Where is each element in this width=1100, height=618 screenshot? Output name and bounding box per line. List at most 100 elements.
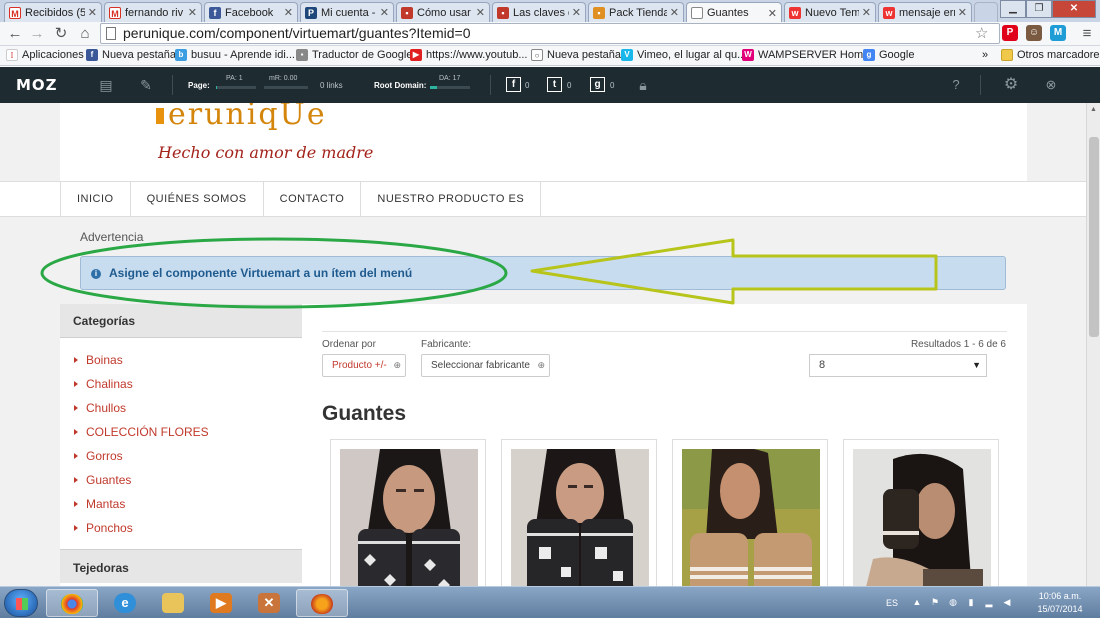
product-card[interactable] xyxy=(843,439,999,586)
help-icon[interactable]: ? xyxy=(948,77,964,93)
product-image[interactable] xyxy=(511,449,649,586)
page-icon: ▪ xyxy=(401,6,413,19)
tab-nuevo-tem[interactable]: w Nuevo Tem ✕ xyxy=(784,2,876,22)
close-icon[interactable]: ✕ xyxy=(670,6,679,19)
bookmark-google[interactable]: g Google xyxy=(863,49,914,61)
tab-mensaje-error[interactable]: w mensaje erro ✕ xyxy=(878,2,972,22)
reload-icon[interactable]: ↻ xyxy=(52,25,70,43)
new-tab-button[interactable] xyxy=(974,2,998,22)
avatar-icon[interactable]: ☺ xyxy=(1026,25,1042,41)
category-chalinas[interactable]: Chalinas xyxy=(60,372,302,396)
close-icon[interactable]: ✕ xyxy=(572,6,581,19)
bookmark-aplicaciones[interactable]: ⁞ Aplicaciones xyxy=(6,49,84,61)
product-card[interactable] xyxy=(672,439,828,586)
bookmark-wampserver[interactable]: W WAMPSERVER Hom... xyxy=(742,49,872,61)
close-icon[interactable]: ✕ xyxy=(862,6,871,19)
window-close-icon[interactable]: ✕ xyxy=(1052,0,1096,18)
minimize-icon[interactable]: ▁ xyxy=(1000,0,1026,18)
bookmark-star-icon[interactable]: ☆ xyxy=(975,24,988,42)
gear-icon[interactable]: ⚙ xyxy=(1003,77,1019,93)
gmail-icon: M xyxy=(9,6,21,19)
close-icon[interactable]: ⊗ xyxy=(1043,77,1059,93)
per-page-select[interactable]: 8 ▼ xyxy=(809,354,987,377)
battery-icon[interactable]: ▮ xyxy=(966,597,976,607)
page-scrollbar[interactable]: ▲ xyxy=(1086,103,1100,586)
scrollbar-thumb[interactable] xyxy=(1089,137,1099,337)
facebook-icon: f xyxy=(86,49,98,61)
restore-icon[interactable]: ❐ xyxy=(1026,0,1052,18)
twitter-icon[interactable]: t xyxy=(547,77,562,92)
category-mantas[interactable]: Mantas xyxy=(60,492,302,516)
product-card[interactable] xyxy=(330,439,486,586)
menu-item-contacto[interactable]: CONTACTO xyxy=(264,182,362,216)
category-guantes[interactable]: Guantes xyxy=(60,468,302,492)
tab-fernando[interactable]: M fernando riv ✕ xyxy=(104,2,202,22)
tab-recibidos[interactable]: M Recibidos (5 ✕ xyxy=(4,2,102,22)
close-icon[interactable]: ✕ xyxy=(284,6,293,19)
sidebar-title-tejedoras: Tejedoras xyxy=(60,549,302,583)
menu-item-nuestro-producto[interactable]: NUESTRO PRODUCTO ES xyxy=(361,182,542,216)
bookmark-nueva-pestana-fb[interactable]: f Nueva pestaña xyxy=(86,49,176,61)
bookmark-traductor[interactable]: ▪ Traductor de Google xyxy=(296,49,412,61)
tab-pack-tienda[interactable]: ▪ Pack Tienda ✕ xyxy=(588,2,684,22)
pinterest-icon[interactable]: P xyxy=(1002,25,1018,41)
bookmark-busuu[interactable]: b busuu - Aprende idi... xyxy=(175,49,295,61)
volume-icon[interactable]: ◀ xyxy=(1002,597,1012,607)
divider xyxy=(322,331,1007,332)
other-bookmarks[interactable]: Otros marcadores xyxy=(1001,49,1100,61)
product-card[interactable] xyxy=(501,439,657,586)
close-icon[interactable]: ✕ xyxy=(88,6,97,19)
tab-facebook[interactable]: f Facebook ✕ xyxy=(204,2,298,22)
google-icon: g xyxy=(863,49,875,61)
close-icon[interactable]: ✕ xyxy=(958,6,967,19)
order-by-select[interactable]: Producto +/- ⊕ xyxy=(322,354,406,377)
facebook-icon[interactable]: f xyxy=(506,77,521,92)
system-clock[interactable]: 10:06 a.m. 15/07/2014 xyxy=(1030,590,1090,616)
back-arrow-icon[interactable]: ← xyxy=(6,25,24,43)
bookmark-nueva-pestana[interactable]: ○ Nueva pestaña xyxy=(531,49,621,61)
close-icon[interactable]: ✕ xyxy=(768,7,777,20)
language-indicator[interactable]: ES xyxy=(886,598,898,608)
divider xyxy=(980,75,981,95)
google-plus-icon[interactable]: g xyxy=(590,77,605,92)
home-icon[interactable]: ⌂ xyxy=(76,25,94,43)
product-image[interactable] xyxy=(853,449,991,586)
close-icon[interactable]: ✕ xyxy=(476,6,485,19)
tab-como-usar[interactable]: ▪ Cómo usar l ✕ xyxy=(396,2,490,22)
more-bookmarks-chevron[interactable]: » xyxy=(982,49,988,61)
tab-mi-cuenta[interactable]: P Mi cuenta - ✕ xyxy=(300,2,394,22)
category-coleccion-flores[interactable]: COLECCIÓN FLORES xyxy=(60,420,302,444)
network-icon[interactable]: ◍ xyxy=(948,597,958,607)
category-boinas[interactable]: Boinas xyxy=(60,348,302,372)
menu-item-quienes-somos[interactable]: QUIÉNES SOMOS xyxy=(131,182,264,216)
address-bar[interactable]: perunique.com/component/virtuemart/guant… xyxy=(100,23,1000,44)
flag-icon[interactable]: ⚑ xyxy=(930,597,940,607)
system-tray: ES ▲ ⚑ ◍ ▮ ▂ ◀ 10:06 a.m. 15/07/2014 xyxy=(0,587,1100,618)
signal-icon[interactable]: ▂ xyxy=(984,597,994,607)
highlight-pen-icon[interactable]: ✎ xyxy=(138,77,154,93)
category-ponchos[interactable]: Ponchos xyxy=(60,516,302,540)
product-image[interactable] xyxy=(682,449,820,586)
bookmark-vimeo[interactable]: V Vimeo, el lugar al qu... xyxy=(621,49,746,61)
tab-guantes[interactable]: Guantes ✕ xyxy=(686,2,782,23)
site-logo[interactable]: eruniqUe xyxy=(156,103,327,132)
product-image[interactable] xyxy=(340,449,478,586)
category-gorros[interactable]: Gorros xyxy=(60,444,302,468)
close-icon[interactable]: ✕ xyxy=(380,6,389,19)
tab-las-claves[interactable]: ▪ Las claves d ✕ xyxy=(492,2,586,22)
links-count[interactable]: 0 links xyxy=(320,81,343,90)
da-bar xyxy=(430,86,470,89)
bookmark-youtube[interactable]: ▶ https://www.youtub... xyxy=(410,49,528,61)
moz-extension-icon[interactable]: M xyxy=(1050,25,1066,41)
menu-item-inicio[interactable]: INICIO xyxy=(61,182,131,216)
menu-icon[interactable]: ≡ xyxy=(1078,25,1096,43)
close-icon[interactable]: ✕ xyxy=(188,6,197,19)
mr-label: mR: 0.00 xyxy=(269,75,298,82)
pack-icon: ▪ xyxy=(593,6,605,19)
show-hidden-icons[interactable]: ▲ xyxy=(912,597,922,607)
forward-arrow-icon[interactable]: → xyxy=(28,25,46,43)
category-chullos[interactable]: Chullos xyxy=(60,396,302,420)
manufacturer-select[interactable]: Seleccionar fabricante ⊕ xyxy=(421,354,550,377)
page-analysis-icon[interactable]: ▤ xyxy=(98,77,114,93)
scroll-up-arrow-icon[interactable]: ▲ xyxy=(1090,106,1097,113)
